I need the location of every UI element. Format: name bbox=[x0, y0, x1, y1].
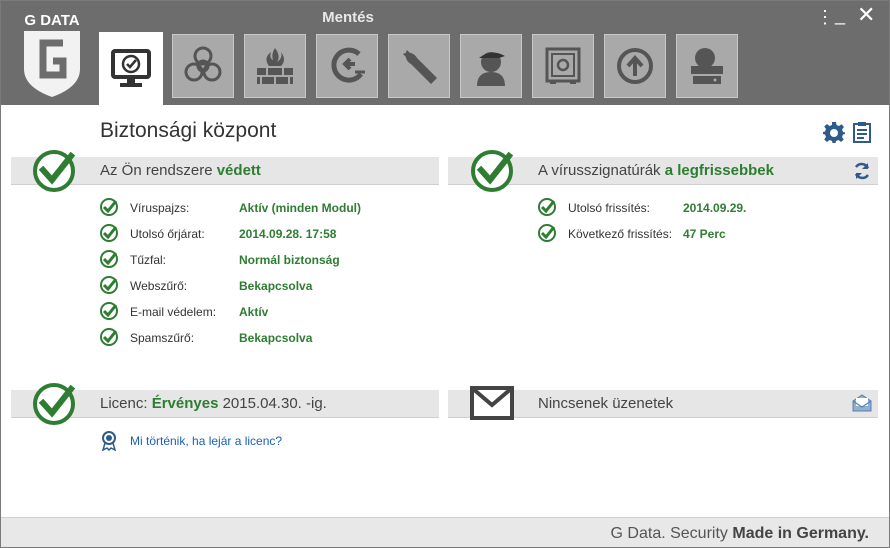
status-label[interactable]: Webszűrő: bbox=[130, 279, 187, 293]
firewall-icon bbox=[257, 48, 293, 84]
status-label[interactable]: Tűzfal: bbox=[130, 253, 166, 267]
window-title: Mentés bbox=[322, 9, 374, 26]
backup-icon bbox=[331, 47, 365, 83]
status-label[interactable]: Víruspajzs: bbox=[130, 201, 189, 215]
close-button[interactable]: ✕ bbox=[857, 4, 875, 26]
gear-icon[interactable] bbox=[823, 121, 845, 143]
footer-slogan: G Data. Security Made in Germany. bbox=[610, 525, 869, 542]
child-icon bbox=[477, 52, 505, 86]
tab-data-safe[interactable] bbox=[532, 34, 594, 98]
status-value: Aktív (minden Modul) bbox=[239, 201, 361, 215]
row-check-icon bbox=[100, 328, 118, 346]
system-check-icon bbox=[33, 150, 76, 192]
tab-tuner[interactable] bbox=[388, 34, 450, 98]
open-mail-icon[interactable] bbox=[852, 394, 872, 412]
license-check-icon bbox=[33, 383, 76, 425]
wrench-icon bbox=[403, 50, 437, 84]
tab-device-control[interactable] bbox=[676, 34, 738, 98]
status-value: 2014.09.28. 17:58 bbox=[239, 227, 337, 241]
license-expiry-link[interactable]: Mi történik, ha lejár a licenc? bbox=[130, 434, 282, 448]
license-status-value: Érvényes bbox=[151, 395, 219, 412]
status-label[interactable]: Következő frissítés: bbox=[568, 227, 672, 241]
ribbon-icon bbox=[101, 431, 117, 451]
refresh-icon[interactable] bbox=[853, 162, 871, 180]
signatures-status-text: A vírusszignatúrák a legfrissebbek bbox=[538, 162, 774, 179]
menu-icon[interactable]: ⋮ bbox=[816, 7, 834, 27]
status-value: 2014.09.29. bbox=[683, 201, 747, 215]
status-value: Aktív bbox=[239, 305, 269, 319]
status-value: Normál biztonság bbox=[239, 253, 340, 267]
row-check-icon bbox=[538, 198, 556, 216]
signatures-check-icon bbox=[471, 150, 514, 192]
row-check-icon bbox=[100, 224, 118, 242]
status-label[interactable]: E-mail védelem: bbox=[130, 305, 216, 319]
status-value: 47 Perc bbox=[683, 227, 726, 241]
system-status-text: Az Ön rendszere védett bbox=[100, 162, 261, 179]
app-window: G DATA Mentés ⋮ _ ✕ Biztonsági központ A… bbox=[0, 0, 890, 548]
safe-icon bbox=[545, 47, 581, 84]
biohazard-icon bbox=[184, 46, 222, 82]
status-value: Bekapcsolva bbox=[239, 331, 313, 345]
minimize-button[interactable]: _ bbox=[835, 5, 845, 25]
row-check-icon bbox=[100, 302, 118, 320]
status-label[interactable]: Spamszűrő: bbox=[130, 331, 194, 345]
monitor-check-icon bbox=[111, 48, 151, 87]
clipboard-icon[interactable] bbox=[851, 121, 873, 143]
row-check-icon bbox=[100, 276, 118, 294]
row-check-icon bbox=[538, 224, 556, 242]
tab-virus-protection[interactable] bbox=[172, 34, 234, 98]
status-label[interactable]: Utolsó frissítés: bbox=[568, 201, 650, 215]
status-label[interactable]: Utolsó őrjárat: bbox=[130, 227, 205, 241]
license-status-text: Licenc: Érvényes 2015.04.30. -ig. bbox=[100, 395, 327, 412]
page-title: Biztonsági központ bbox=[100, 119, 277, 142]
tab-firewall[interactable] bbox=[244, 34, 306, 98]
upload-icon bbox=[617, 48, 653, 84]
system-status-value: védett bbox=[216, 162, 261, 179]
tab-autostart-manager[interactable] bbox=[604, 34, 666, 98]
row-check-icon bbox=[100, 250, 118, 268]
footer: G Data. Security Made in Germany. bbox=[1, 517, 889, 547]
messages-status-text: Nincsenek üzenetek bbox=[538, 395, 674, 412]
device-icon bbox=[691, 48, 723, 84]
envelope-icon bbox=[470, 386, 514, 420]
status-value: Bekapcsolva bbox=[239, 279, 313, 293]
row-check-icon bbox=[100, 198, 118, 216]
signatures-status-value: a legfrissebbek bbox=[664, 162, 774, 179]
tab-security-center[interactable] bbox=[99, 32, 163, 105]
tab-backup[interactable] bbox=[316, 34, 378, 98]
title-bar: G DATA Mentés ⋮ _ ✕ bbox=[1, 1, 889, 105]
tab-parental-control[interactable] bbox=[460, 34, 522, 98]
